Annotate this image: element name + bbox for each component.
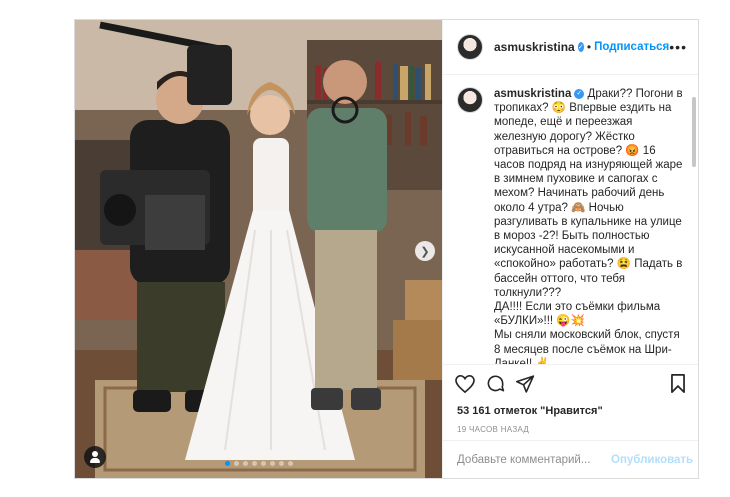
comment-icon[interactable] (486, 374, 505, 393)
caption-scrollbar[interactable] (692, 97, 696, 167)
username[interactable]: asmuskristina (494, 40, 575, 54)
photo-image (75, 20, 442, 478)
share-icon[interactable] (516, 374, 535, 393)
comment-box: Опубликовать (443, 440, 698, 478)
carousel-indicator (75, 461, 442, 466)
chevron-right-icon[interactable]: ❯ (415, 241, 435, 261)
follow-button[interactable]: Подписаться (594, 41, 669, 53)
bookmark-icon[interactable] (670, 374, 686, 393)
caption-text: asmuskristina ✓ Драки?? Погони в тропиках… (494, 87, 684, 364)
likes-count[interactable]: 53 161 отметок "Нравится" (443, 402, 698, 420)
verified-badge-icon: ✓ (577, 42, 584, 52)
heart-icon[interactable] (455, 374, 475, 393)
carousel-dot (278, 461, 284, 466)
post-header: asmuskristina ✓ • Подписаться ••• (443, 20, 698, 75)
instagram-post: ❯ asmuskristina ✓ • Подписаться ••• asmu… (74, 19, 699, 479)
post-timestamp[interactable]: 19 ЧАСОВ НАЗАД (443, 420, 698, 440)
more-icon[interactable]: ••• (669, 39, 687, 55)
carousel-dot (224, 461, 230, 466)
caption-avatar[interactable] (457, 87, 483, 113)
caption-verified-badge-icon: ✓ (574, 88, 585, 99)
separator-dot: • (586, 40, 592, 54)
carousel-dot (260, 461, 266, 466)
caption-row: asmuskristina ✓ Драки?? Погони в тропиках… (457, 87, 688, 364)
caption-area[interactable]: asmuskristina ✓ Драки?? Погони в тропиках… (443, 75, 698, 364)
carousel-dot (269, 461, 275, 466)
action-bar (443, 364, 698, 402)
carousel-dot (251, 461, 257, 466)
caption-body: Драки?? Погони в тропиках? 😳 Впервые езд… (494, 88, 683, 364)
carousel-dot (242, 461, 248, 466)
post-photo[interactable]: ❯ (75, 20, 442, 478)
publish-button[interactable]: Опубликовать (611, 454, 693, 466)
carousel-dot (287, 461, 293, 466)
caption-username[interactable]: asmuskristina (494, 88, 571, 100)
comment-input[interactable] (457, 453, 611, 466)
post-sidebar: asmuskristina ✓ • Подписаться ••• asmusk… (442, 20, 698, 478)
carousel-dot (233, 461, 239, 466)
avatar[interactable] (457, 34, 483, 60)
